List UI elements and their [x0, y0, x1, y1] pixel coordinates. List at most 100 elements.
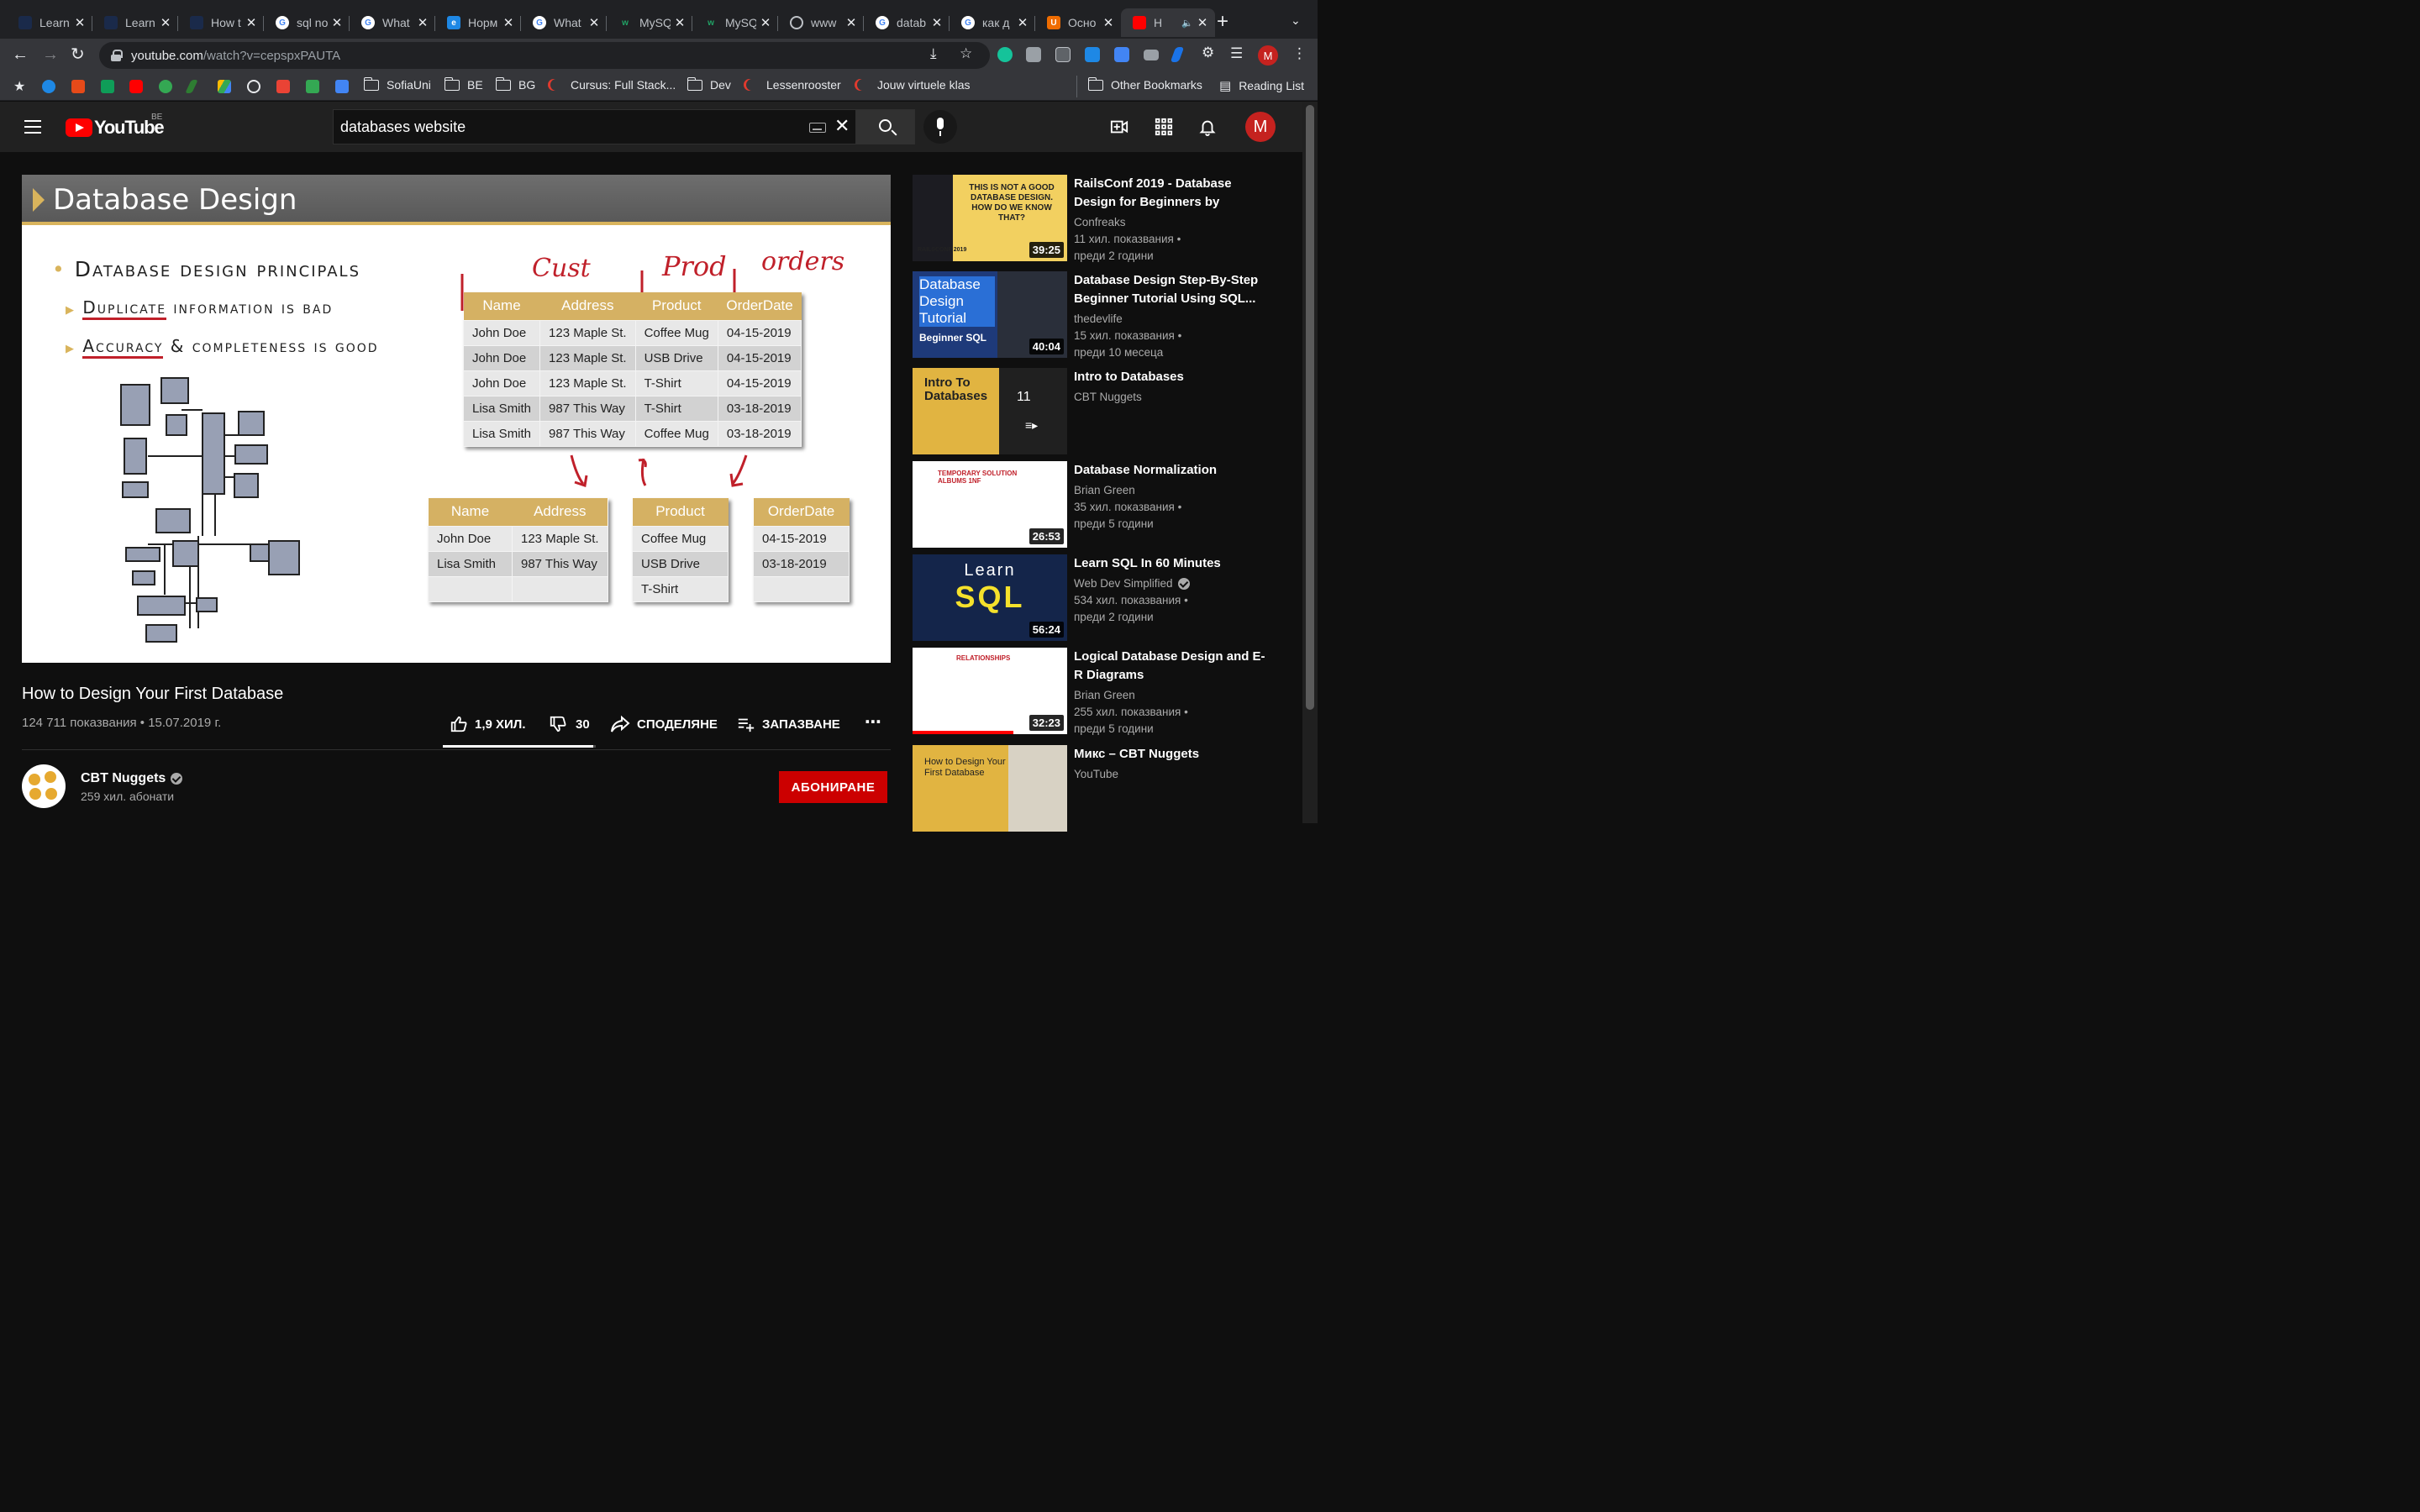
close-tab-icon[interactable]: ✕	[331, 15, 343, 30]
bookmark-star-icon[interactable]: ★	[13, 78, 25, 95]
close-tab-icon[interactable]: ✕	[502, 15, 514, 30]
forward-arrow-icon[interactable]: →	[42, 45, 59, 64]
new-tab-button[interactable]: +	[1217, 12, 1228, 32]
reload-icon[interactable]: ↻	[71, 45, 85, 64]
mail-extension-icon[interactable]	[1144, 50, 1159, 60]
like-button[interactable]: 1,9 ХИЛ.	[450, 715, 526, 733]
close-tab-icon[interactable]: ✕	[588, 15, 600, 30]
address-bar[interactable]: youtube.com/watch?v=cepspxPAUTA	[99, 42, 990, 69]
close-tab-icon[interactable]: ✕	[417, 15, 429, 30]
browser-tab[interactable]: w MySQ ✕	[692, 8, 778, 37]
channel-avatar[interactable]	[22, 764, 66, 808]
video-thumbnail[interactable]: Learn SQL 56:24	[913, 554, 1067, 641]
video-thumbnail[interactable]: How to Design Your First Database	[913, 745, 1067, 832]
page-scrollbar[interactable]	[1302, 102, 1318, 823]
chrome-profile-avatar[interactable]: M	[1258, 45, 1278, 66]
sheets-bookmark-icon[interactable]	[101, 80, 114, 93]
recommended-video-title[interactable]: Intro to Databases	[1074, 368, 1267, 386]
recommended-video-title[interactable]: Logical Database Design and E-R Diagrams	[1074, 648, 1267, 685]
recommended-channel-name[interactable]: thedevlife	[1074, 312, 1123, 325]
office-bookmark-icon[interactable]	[71, 80, 85, 93]
grammarly-extension-icon[interactable]	[997, 47, 1013, 62]
browser-tab[interactable]: Gsql no ✕	[264, 8, 350, 37]
close-tab-icon[interactable]: ✕	[931, 15, 943, 30]
recommended-channel-name[interactable]: Brian Green	[1074, 484, 1135, 496]
recommended-video[interactable]: RELATIONSHIPS 32:23 Logical Database Desig…	[913, 648, 1282, 735]
video-player[interactable]: Database Design • Database design princi…	[22, 175, 891, 663]
extension-icon[interactable]	[1026, 47, 1041, 62]
close-tab-icon[interactable]: ✕	[1197, 15, 1208, 30]
video-thumbnail[interactable]: Database Design Tutorial Beginner SQL 40:0…	[913, 271, 1067, 358]
recommended-channel-name[interactable]: Confreaks	[1074, 216, 1126, 228]
dislike-button[interactable]: 30	[549, 715, 590, 733]
create-video-icon[interactable]	[1110, 118, 1128, 136]
bookmark-virtuele-klas[interactable]: Jouw virtuele klas	[855, 78, 971, 92]
bookmark-folder-dev[interactable]: Dev	[687, 76, 731, 92]
recommended-video-title[interactable]: Database Design Step-By-Step Beginner Tu…	[1074, 271, 1267, 308]
youtube-logo[interactable]: YouTube BE	[66, 113, 165, 139]
recommended-channel-name[interactable]: YouTube	[1074, 768, 1118, 780]
bookmark-folder-be[interactable]: BE	[444, 76, 483, 92]
video-thumbnail[interactable]: THIS IS NOT A GOOD DATABASE DESIGN. HOW …	[913, 175, 1067, 261]
pen-extension-icon[interactable]	[1170, 47, 1185, 62]
channel-name[interactable]: CBT Nuggets	[81, 771, 183, 786]
apps-grid-icon[interactable]	[1155, 118, 1173, 136]
browser-tab[interactable]: Н 🔈 ✕	[1121, 8, 1215, 37]
recommended-video[interactable]: Intro To Databases 11 ≡▸ Intro to Databases…	[913, 368, 1282, 454]
close-tab-icon[interactable]: ✕	[674, 15, 686, 30]
video-thumbnail[interactable]: RELATIONSHIPS 32:23	[913, 648, 1067, 734]
voice-search-mic-icon[interactable]	[923, 110, 957, 144]
recommended-video[interactable]: TEMPORARY SOLUTION ALBUMS 1NF 26:53 Databa…	[913, 461, 1282, 548]
tab-search-chevron-icon[interactable]: ⌄	[1291, 13, 1301, 28]
recommended-video-title[interactable]: Database Normalization	[1074, 461, 1267, 480]
recommended-video-title[interactable]: Микс – CBT Nuggets	[1074, 745, 1267, 764]
share-button[interactable]: СПОДЕЛЯНЕ	[610, 715, 718, 733]
video-thumbnail[interactable]: TEMPORARY SOLUTION ALBUMS 1NF 26:53	[913, 461, 1067, 548]
save-button[interactable]: ЗАПАЗВАНЕ	[737, 715, 840, 733]
subscribe-button[interactable]: АБОНИРАНЕ	[779, 771, 887, 803]
gmail-bookmark-icon[interactable]	[276, 80, 290, 93]
browser-tab[interactable]: www ✕	[778, 8, 864, 37]
close-tab-icon[interactable]: ✕	[245, 15, 257, 30]
notifications-bell-icon[interactable]	[1198, 118, 1217, 136]
browser-tab[interactable]: Gкак д ✕	[950, 8, 1035, 37]
bookmark-folder-bg[interactable]: BG	[495, 76, 535, 92]
close-tab-icon[interactable]: ✕	[74, 15, 86, 30]
chrome-menu-icon[interactable]: ⋮	[1292, 45, 1307, 62]
bookmark-cursus[interactable]: Cursus: Full Stack...	[548, 78, 676, 92]
recommended-video[interactable]: Database Design Tutorial Beginner SQL 40:0…	[913, 271, 1282, 359]
browser-tab[interactable]: Learn ✕	[92, 8, 178, 37]
browser-tab[interactable]: G What ✕	[521, 8, 607, 37]
recommended-video[interactable]: How to Design Your First Database Микс – …	[913, 745, 1282, 832]
bookmark-icon[interactable]	[185, 80, 198, 93]
close-tab-icon[interactable]: ✕	[1017, 15, 1028, 30]
reading-list[interactable]: ▤ Reading List	[1219, 78, 1304, 93]
media-queue-icon[interactable]: ☰	[1230, 45, 1243, 62]
menu-hamburger-icon[interactable]	[24, 120, 41, 134]
extensions-puzzle-icon[interactable]: ⚙	[1202, 45, 1214, 61]
back-arrow-icon[interactable]: ←	[12, 45, 29, 64]
account-avatar[interactable]: M	[1245, 112, 1276, 142]
browser-tab[interactable]: e Норм ✕	[435, 8, 521, 37]
recommended-video[interactable]: Learn SQL 56:24 Learn SQL In 60 Minutes Web …	[913, 554, 1282, 641]
bookmark-folder-sofiauni[interactable]: SofiaUni	[363, 76, 431, 92]
recommended-channel-name[interactable]: Brian Green	[1074, 689, 1135, 701]
browser-tab[interactable]: U Осно ✕	[1035, 8, 1121, 37]
browser-tab[interactable]: Learn ✕	[7, 8, 92, 37]
more-actions-icon[interactable]: ⋯	[865, 711, 881, 732]
search-input[interactable]	[340, 118, 794, 136]
keyboard-icon[interactable]	[809, 123, 826, 133]
recommended-channel-name[interactable]: Web Dev Simplified	[1074, 577, 1190, 590]
install-app-icon[interactable]: ⤓	[930, 45, 937, 62]
bookmark-other-bookmarks[interactable]: Other Bookmarks	[1087, 76, 1202, 92]
cloud-extension-icon[interactable]	[1085, 47, 1100, 62]
translate-bookmark-icon[interactable]	[335, 80, 349, 93]
extension-c-icon[interactable]	[1055, 47, 1071, 62]
scrollbar-thumb[interactable]	[1306, 105, 1314, 710]
maps-bookmark-icon[interactable]	[306, 80, 319, 93]
close-tab-icon[interactable]: ✕	[160, 15, 171, 30]
browser-tab[interactable]: w MySQ ✕	[607, 8, 692, 37]
tab-audio-icon[interactable]: 🔈	[1181, 18, 1193, 29]
browser-tab[interactable]: Gdatab ✕	[864, 8, 950, 37]
recommended-video[interactable]: THIS IS NOT A GOOD DATABASE DESIGN. HOW …	[913, 175, 1282, 262]
